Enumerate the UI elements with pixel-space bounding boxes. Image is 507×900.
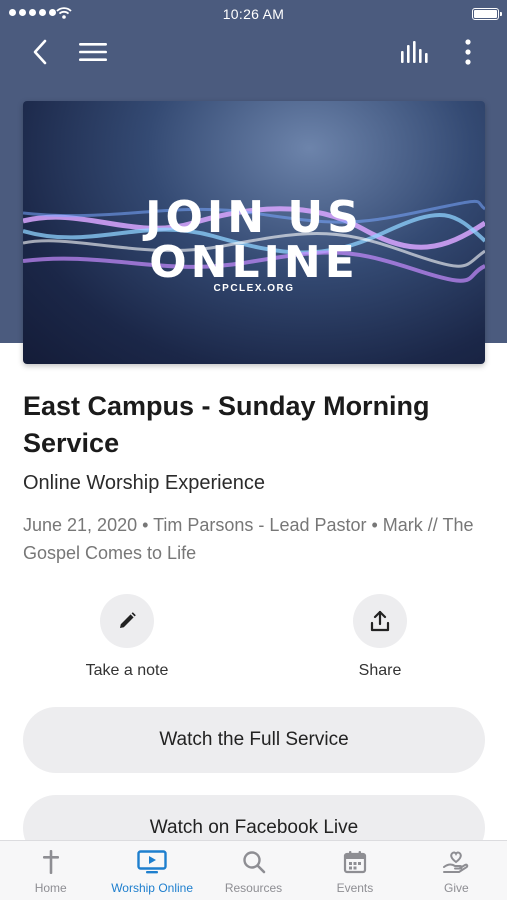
menu-button[interactable] xyxy=(76,36,110,68)
tab-events[interactable]: Events xyxy=(304,841,405,900)
pencil-icon xyxy=(120,612,136,628)
tab-home[interactable]: Home xyxy=(0,841,101,900)
service-banner-image: JOIN US ONLINE CPCLEX.ORG xyxy=(23,101,485,364)
more-options-button[interactable] xyxy=(455,36,481,68)
more-vertical-icon xyxy=(465,39,471,65)
tab-give-label: Give xyxy=(443,881,469,895)
back-button[interactable] xyxy=(24,36,56,68)
share-button[interactable]: Share xyxy=(310,594,450,680)
audio-bars-icon xyxy=(401,41,428,63)
take-note-label: Take a note xyxy=(85,662,169,679)
tv-play-icon xyxy=(137,850,167,874)
service-meta: June 21, 2020 • Tim Parsons - Lead Pasto… xyxy=(23,515,474,563)
cross-icon xyxy=(42,850,59,874)
status-bar: 10:26 AM xyxy=(0,0,507,28)
tab-worship-online[interactable]: Worship Online xyxy=(101,841,202,900)
hamburger-menu-icon xyxy=(79,43,107,61)
search-icon xyxy=(242,851,265,874)
service-subtitle: Online Worship Experience xyxy=(23,472,265,494)
audio-button[interactable] xyxy=(396,36,434,68)
share-icon xyxy=(370,610,390,632)
tab-give[interactable]: Give xyxy=(406,841,507,900)
service-title: East Campus - Sunday Morning Service xyxy=(23,391,430,458)
take-note-button[interactable]: Take a note xyxy=(57,594,197,680)
status-time: 10:26 AM xyxy=(222,6,285,22)
banner-url: CPCLEX.ORG xyxy=(213,283,295,294)
bottom-tab-bar: Home Worship Online Resources Events Giv… xyxy=(0,840,507,900)
tab-resources[interactable]: Resources xyxy=(203,841,304,900)
battery-icon xyxy=(472,8,502,20)
tab-home-label: Home xyxy=(34,881,67,895)
heart-hand-icon xyxy=(443,851,469,873)
calendar-icon xyxy=(343,851,367,874)
banner-title-line2: ONLINE xyxy=(149,237,359,288)
banner-title-line1: JOIN US xyxy=(145,192,363,243)
share-circle[interactable] xyxy=(353,594,407,648)
tab-resources-label: Resources xyxy=(224,881,283,895)
take-note-circle[interactable] xyxy=(100,594,154,648)
tab-events-label: Events xyxy=(336,881,374,895)
chevron-left-icon xyxy=(33,39,47,65)
share-label: Share xyxy=(358,662,402,679)
watch-full-service-button[interactable]: Watch the Full Service xyxy=(23,707,485,773)
tab-worship-online-label: Worship Online xyxy=(111,881,194,895)
